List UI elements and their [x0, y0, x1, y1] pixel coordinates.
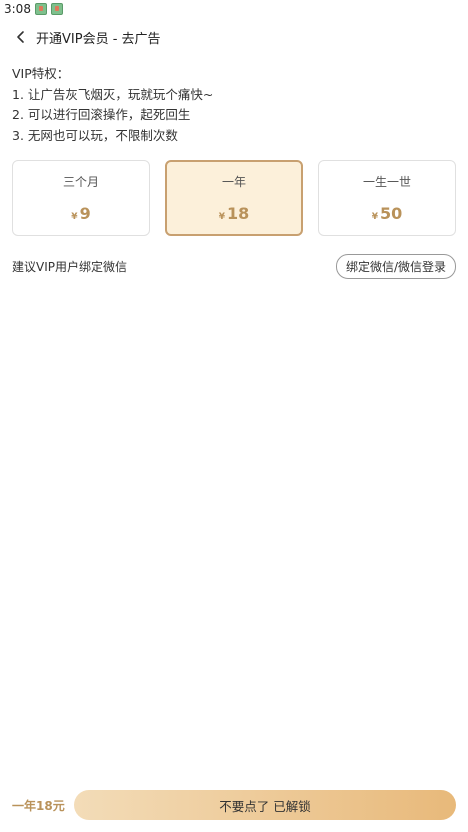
plan-amount: 50	[380, 204, 403, 223]
status-bar: 3:08	[0, 0, 468, 18]
plan-card-lifetime[interactable]: 一生一世 ¥ 50	[318, 160, 456, 236]
unlock-button[interactable]: 不要点了 已解锁	[74, 790, 456, 820]
unlock-button-label: 不要点了 已解锁	[219, 798, 311, 814]
app-notification-icon	[34, 3, 47, 15]
app-header: 开通VIP会员 - 去广告	[0, 22, 468, 52]
plan-card-one-year[interactable]: 一年 ¥ 18	[165, 160, 303, 236]
wechat-row: 建议VIP用户绑定微信 绑定微信/微信登录	[12, 253, 456, 279]
perk-item: 2. 可以进行回滚操作，起死回生	[12, 107, 191, 122]
plan-price: ¥ 50	[372, 204, 403, 223]
status-time: 3:08	[4, 2, 31, 16]
plan-amount: 18	[227, 204, 250, 223]
perk-item: 1. 让广告灰飞烟灭，玩就玩个痛快~	[12, 86, 214, 102]
vip-perks: VIP特权： 1. 让广告灰飞烟灭，玩就玩个痛快~ 2. 可以进行回滚操作，起死…	[12, 64, 213, 146]
plan-price: ¥ 18	[219, 204, 250, 223]
plan-name: 一年	[221, 175, 246, 189]
back-arrow-icon[interactable]	[6, 22, 36, 52]
plan-currency: ¥	[218, 212, 225, 222]
perk-item: 3. 无网也可以玩，不限制次数	[12, 127, 178, 143]
chevron-left-icon	[17, 31, 24, 43]
plan-currency: ¥	[71, 212, 78, 222]
plan-options: 三个月 ¥ 9 一年 ¥ 18 一生一世 ¥ 50	[12, 160, 456, 238]
plan-name: 一生一世	[362, 175, 411, 189]
perks-title: VIP特权：	[12, 66, 70, 81]
wechat-hint: 建议VIP用户绑定微信	[12, 259, 127, 274]
selected-plan-summary: 一年18元	[12, 798, 65, 813]
plan-amount: 9	[79, 204, 91, 223]
bottom-bar: 一年18元 不要点了 已解锁	[0, 788, 468, 822]
page-title: 开通VIP会员 - 去广告	[36, 31, 161, 47]
plan-card-three-months[interactable]: 三个月 ¥ 9	[12, 160, 150, 236]
plan-price: ¥ 9	[71, 204, 90, 223]
app-notification-icon	[50, 3, 63, 15]
plan-currency: ¥	[371, 212, 378, 222]
bind-wechat-button[interactable]: 绑定微信/微信登录	[335, 253, 456, 279]
plan-name: 三个月	[62, 175, 99, 189]
